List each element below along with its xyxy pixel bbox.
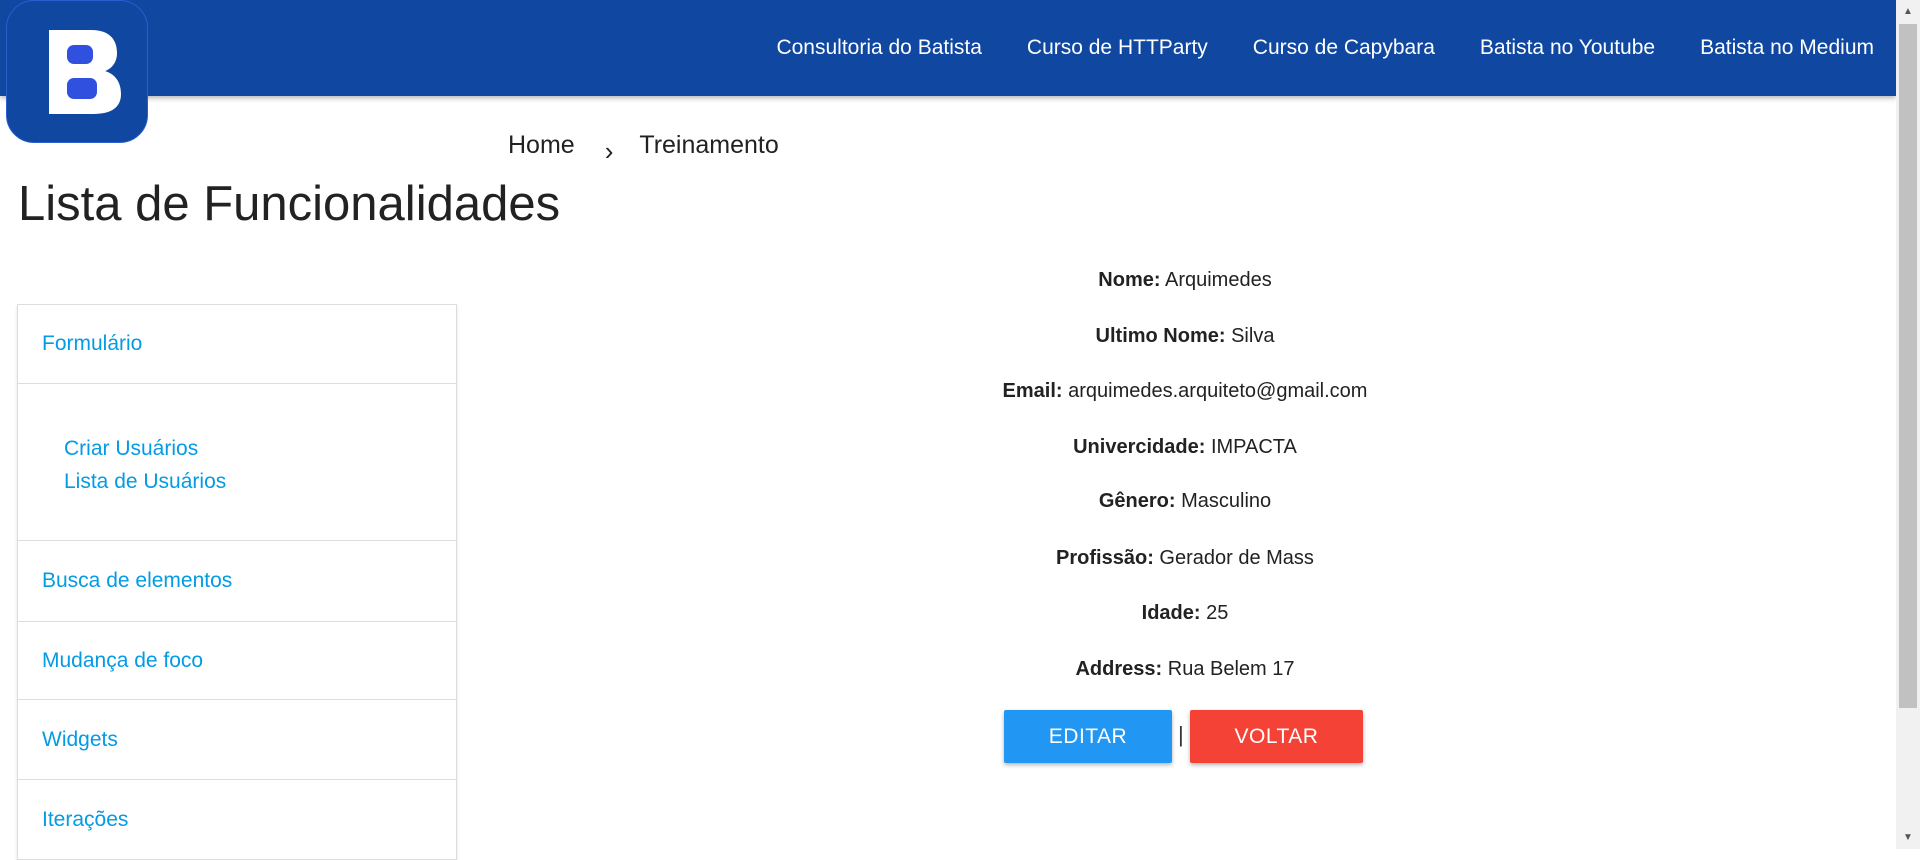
detail-genero: Gênero: Masculino [1098,490,1272,512]
back-button[interactable]: VOLTAR [1190,710,1363,763]
feature-list: Formulário Criar Usuários Lista de Usuár… [17,304,457,860]
logo[interactable] [6,0,148,143]
scrollbar-thumb[interactable] [1899,24,1917,708]
detail-address: Address: Rua Belem 17 [1075,658,1295,680]
logo-b-icon [49,30,121,114]
breadcrumb-home[interactable]: Home [508,131,575,160]
nav-medium[interactable]: Batista no Medium [1700,36,1874,60]
nav-httparty[interactable]: Curso de HTTParty [1027,36,1208,60]
detail-profissao: Profissão: Gerador de Mass [1056,547,1314,569]
detail-ultimo-nome: Ultimo Nome: Silva [1095,325,1275,347]
nav-youtube[interactable]: Batista no Youtube [1480,36,1655,60]
formulario-submenu: Criar Usuários Lista de Usuários [18,384,456,541]
breadcrumb: Home › Treinamento [508,130,779,166]
chevron-right-icon: › [604,136,614,166]
nav-consultoria[interactable]: Consultoria do Batista [776,36,981,60]
detail-email: Email: arquimedes.arquiteto@gmail.com [1002,380,1368,402]
sidebar-item-busca[interactable]: Busca de elementos [18,541,456,622]
sidebar-item-foco[interactable]: Mudança de foco [18,622,456,700]
vertical-scrollbar[interactable]: ▲ ▼ [1896,0,1920,849]
sidebar-item-formulario[interactable]: Formulário [18,305,456,384]
top-nav: Consultoria do Batista Curso de HTTParty… [731,0,1874,96]
edit-button[interactable]: EDITAR [1004,710,1172,763]
scroll-up-icon[interactable]: ▲ [1903,6,1913,17]
submenu-lista-usuarios[interactable]: Lista de Usuários [64,465,456,498]
scroll-down-icon[interactable]: ▼ [1903,832,1913,843]
button-separator: | [1178,722,1184,747]
sidebar-item-iteracoes[interactable]: Iterações [18,780,456,860]
nav-capybara[interactable]: Curso de Capybara [1253,36,1435,60]
submenu-criar-usuarios[interactable]: Criar Usuários [64,432,456,465]
detail-universidade: Univercidade: IMPACTA [1073,436,1297,458]
page-sidebar-title: Lista de Funcionalidades [18,177,561,231]
top-navbar: Consultoria do Batista Curso de HTTParty… [0,0,1896,96]
detail-idade: Idade: 25 [1141,602,1229,624]
detail-nome: Nome: Arquimedes [1098,269,1272,291]
sidebar-item-widgets[interactable]: Widgets [18,700,456,780]
breadcrumb-current: Treinamento [639,131,779,159]
